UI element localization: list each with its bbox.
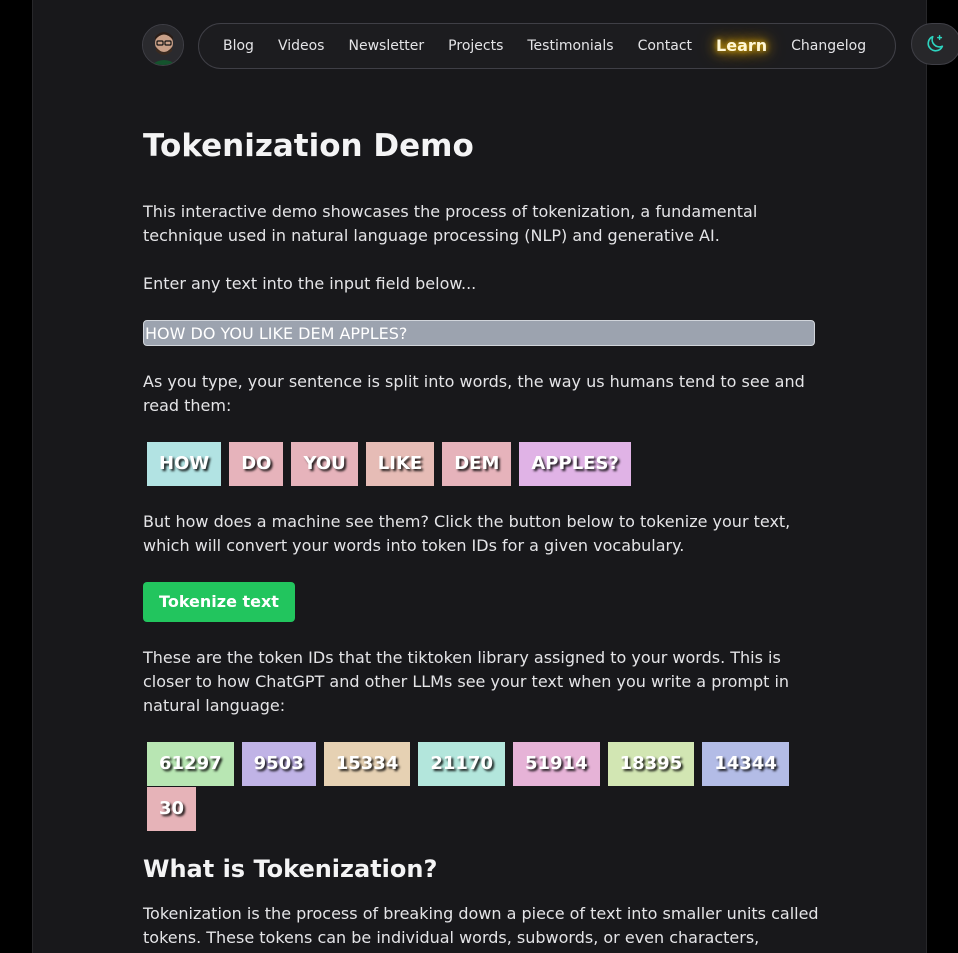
word-token: DEM: [442, 442, 512, 486]
intro-text: This interactive demo showcases the proc…: [143, 202, 758, 245]
token-id: 51914: [512, 742, 600, 786]
nav-item-newsletter[interactable]: Newsletter: [336, 23, 436, 69]
token-id: 18395: [607, 742, 695, 786]
token-id: 9503: [241, 742, 316, 786]
word-token: LIKE: [365, 442, 435, 486]
token-id: 61297: [147, 742, 234, 786]
nav-item-contact[interactable]: Contact: [626, 23, 704, 69]
nav-item-videos[interactable]: Videos: [266, 23, 337, 69]
word-token: APPLES?: [519, 442, 631, 486]
word-token-list: HOW DO YOU LIKE DEM APPLES?: [147, 442, 827, 487]
token-id: 15334: [323, 742, 411, 786]
nav-item-blog[interactable]: Blog: [211, 23, 266, 69]
token-id: 30: [147, 787, 197, 831]
enter-prompt-text: Enter any text into the input field belo…: [143, 274, 477, 293]
section-heading: What is Tokenization?: [143, 855, 438, 883]
tokenize-button[interactable]: Tokenize text: [143, 582, 295, 622]
word-token: HOW: [147, 442, 222, 486]
text-input[interactable]: [143, 320, 815, 346]
section-text: Tokenization is the process of breaking …: [143, 904, 819, 947]
token-id: 14344: [702, 742, 789, 786]
user-avatar-icon: [143, 25, 183, 65]
token-id: 21170: [418, 742, 505, 786]
avatar[interactable]: [142, 24, 184, 66]
main-nav: Blog Videos Newsletter Projects Testimon…: [198, 23, 896, 69]
nav-item-testimonials[interactable]: Testimonials: [515, 23, 625, 69]
nav-item-learn[interactable]: Learn: [704, 23, 779, 69]
word-token: DO: [229, 442, 284, 486]
token-id-list: 61297 9503 15334 21170 51914 18395 14344 30: [147, 742, 827, 832]
nav-item-changelog[interactable]: Changelog: [779, 23, 878, 69]
token-ids-description-text: These are the token IDs that the tiktoke…: [143, 648, 790, 715]
page-title: Tokenization Demo: [143, 128, 474, 164]
split-description-text: As you type, your sentence is split into…: [143, 372, 805, 415]
theme-toggle-button[interactable]: [911, 23, 958, 65]
word-token: YOU: [291, 442, 358, 486]
machine-description-text: But how does a machine see them? Click t…: [143, 512, 791, 555]
moon-sparkle-icon: [927, 35, 944, 52]
nav-item-projects[interactable]: Projects: [436, 23, 515, 69]
